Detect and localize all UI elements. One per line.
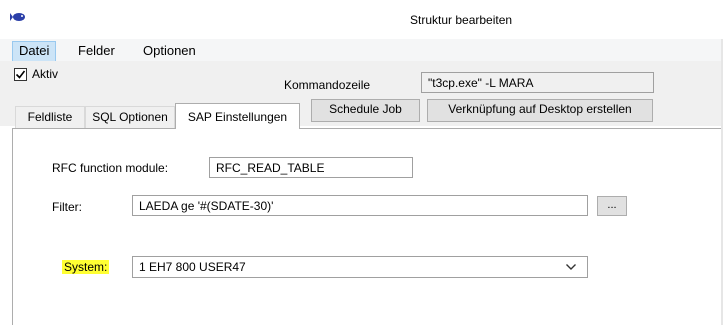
menu-item-optionen[interactable]: Optionen	[137, 41, 202, 60]
rfc-function-module-input[interactable]: RFC_READ_TABLE	[209, 157, 413, 178]
fish-icon	[10, 13, 25, 21]
filter-browse-button[interactable]: ...	[597, 196, 627, 216]
menu-item-datei[interactable]: Datei	[12, 41, 57, 62]
tab-sap-einstellungen[interactable]: SAP Einstellungen	[175, 103, 300, 129]
title-bar	[0, 0, 723, 39]
filter-input[interactable]: LAEDA ge '#(SDATE-30)'	[132, 195, 588, 216]
tab-sql-optionen[interactable]: SQL Optionen	[85, 106, 175, 128]
window-title: Struktur bearbeiten	[410, 13, 513, 27]
menu-bar: Datei Felder Optionen	[0, 39, 723, 62]
create-desktop-shortcut-button[interactable]: Verknüpfung auf Desktop erstellen	[427, 99, 653, 122]
checkmark-icon	[15, 70, 26, 79]
tab-feldliste[interactable]: Feldliste	[15, 106, 85, 128]
system-select[interactable]: 1 EH7 800 USER47	[132, 256, 588, 278]
menu-item-felder[interactable]: Felder	[72, 41, 121, 60]
aktiv-label: Aktiv	[32, 67, 59, 81]
rfc-function-module-label: RFC function module:	[52, 161, 169, 175]
chevron-down-icon	[566, 264, 576, 270]
kommandozeile-label: Kommandozeile	[284, 78, 371, 92]
filter-label: Filter:	[52, 200, 82, 214]
system-label: System:	[62, 260, 110, 274]
aktiv-checkbox[interactable]	[14, 68, 27, 81]
schedule-job-button[interactable]: Schedule Job	[311, 99, 420, 122]
kommandozeile-field: "t3cp.exe" -L MARA	[421, 72, 654, 93]
